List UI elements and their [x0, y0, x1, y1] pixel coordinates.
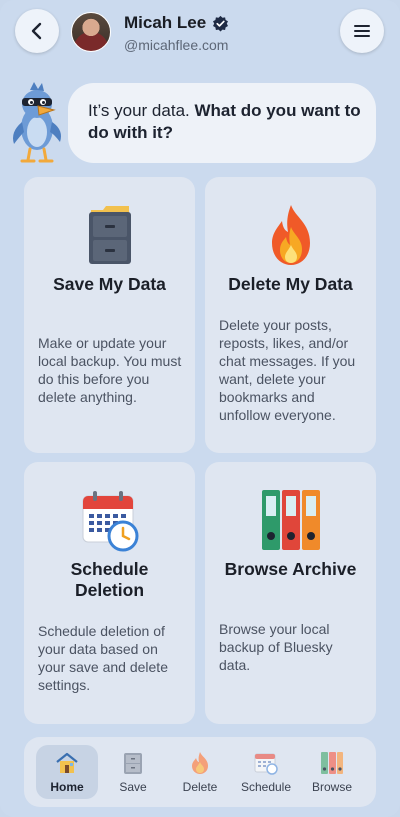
filing-cabinet-icon: [123, 750, 143, 776]
app-screen: Micah Lee @micahflee.com It’s your data.…: [0, 0, 400, 817]
nav-item-schedule[interactable]: Schedule: [235, 745, 297, 799]
user-name: Micah Lee: [124, 13, 207, 32]
avatar[interactable]: [71, 12, 111, 52]
user-handle: @micahflee.com: [124, 37, 229, 53]
menu-button[interactable]: [340, 9, 384, 53]
bird-mascot-icon: [13, 82, 61, 163]
nav-item-save[interactable]: Save: [102, 745, 164, 799]
chevron-left-icon: [31, 22, 42, 40]
nav-item-browse[interactable]: Browse: [301, 745, 363, 799]
verified-badge-icon: [212, 15, 229, 32]
calendar-icon: [254, 750, 278, 776]
nav-label: Save: [119, 780, 147, 794]
hamburger-menu-icon: [354, 25, 370, 37]
nav-label: Delete: [182, 780, 218, 794]
card-description: Browse your local backup of Bluesky data…: [219, 621, 333, 673]
fire-icon: [271, 205, 310, 265]
filing-cabinet-icon: [88, 206, 131, 264]
nav-label: Browse: [311, 780, 352, 794]
card-title: Save My Data: [53, 274, 166, 294]
speech-bubble: It’s your data. What do you want to do w…: [68, 83, 376, 163]
house-icon: [55, 750, 79, 776]
fire-icon: [190, 750, 210, 776]
card-title: Delete My Data: [228, 274, 353, 294]
card-title: Browse Archive: [224, 559, 357, 579]
back-button[interactable]: [15, 9, 59, 53]
card-description: Delete your posts, reposts, likes, and/o…: [219, 317, 356, 423]
binders-icon: [320, 750, 344, 776]
calendar-clock-icon: [82, 491, 138, 552]
card-title-line: Schedule Deletion: [70, 559, 149, 600]
delete-my-data-card[interactable]: Delete My Data Delete your posts, repost…: [205, 177, 376, 453]
bottom-nav: Home Save Delete Schedule Browse: [24, 737, 376, 807]
save-my-data-card[interactable]: Save My Data Make or update your local b…: [24, 177, 195, 453]
nav-item-home[interactable]: Home: [36, 745, 98, 799]
binders-icon: [261, 490, 320, 550]
nav-label: Schedule: [240, 780, 292, 794]
card-description: Schedule deletion of your data based on …: [38, 623, 168, 693]
bubble-text-plain: It’s your data.: [88, 101, 195, 120]
schedule-deletion-card[interactable]: Schedule Deletion Schedule deletion of y…: [24, 462, 195, 724]
nav-item-delete[interactable]: Delete: [169, 745, 231, 799]
card-description: Make or update your local backup. You mu…: [38, 335, 182, 405]
nav-label: Home: [50, 780, 84, 794]
browse-archive-card[interactable]: Browse Archive Browse your local backup …: [205, 462, 376, 724]
header: Micah Lee @micahflee.com: [0, 0, 400, 64]
user-name-row: Micah Lee: [124, 13, 229, 33]
